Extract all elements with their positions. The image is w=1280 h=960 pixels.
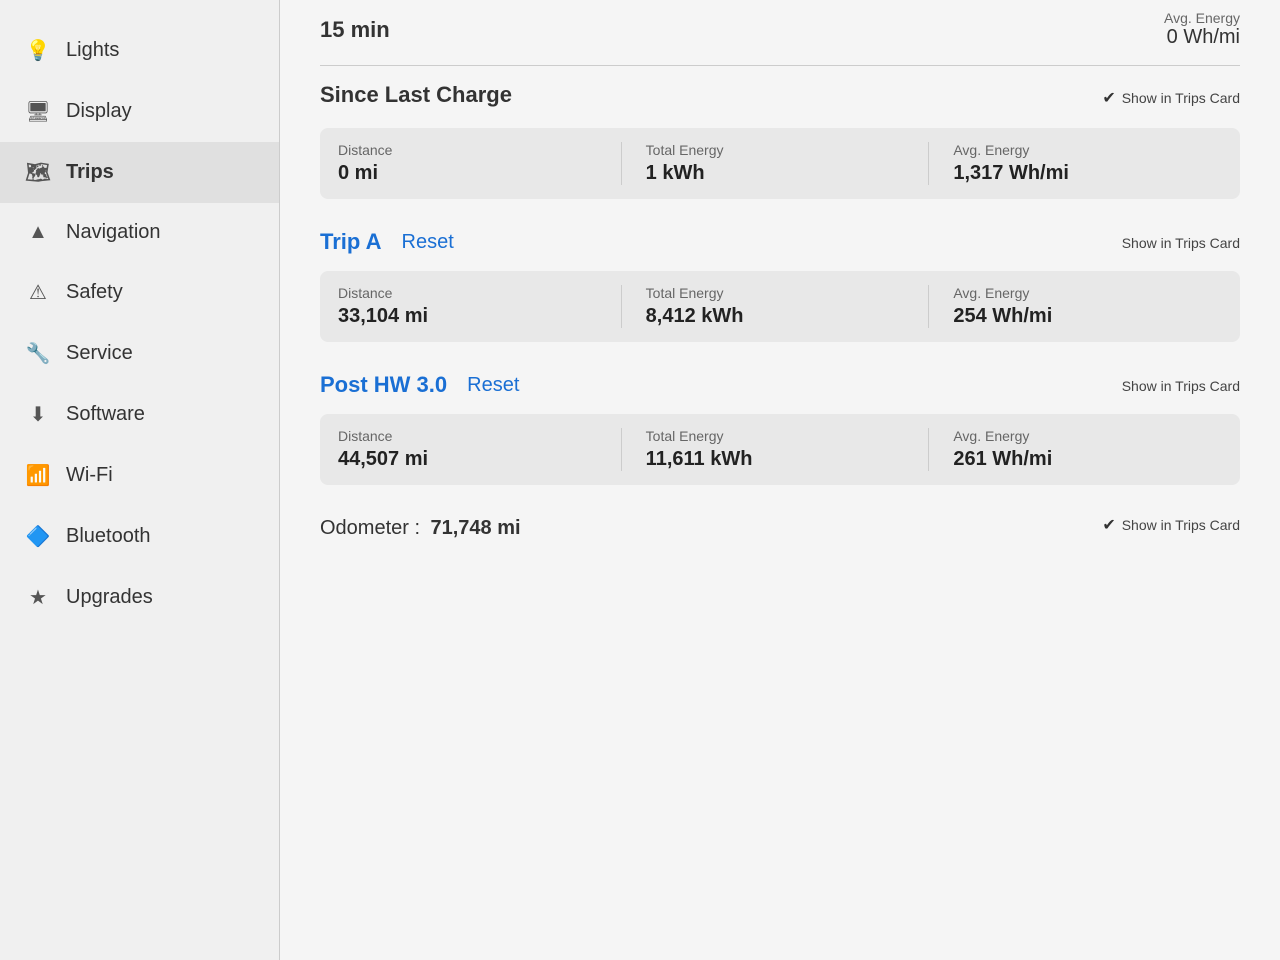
post-hw-section: Post HW 3.0 Reset Show in Trips Card Dis… <box>320 372 1240 485</box>
sidebar-item-software[interactable]: ⬇ Software <box>0 384 279 445</box>
since-last-charge-avg-col: Avg. Energy 1,317 Wh/mi <box>939 142 1222 185</box>
since-last-charge-avg-label: Avg. Energy <box>953 142 1222 158</box>
wifi-icon: 📶 <box>24 463 52 488</box>
post-hw-card: Distance 44,507 mi Total Energy 11,611 k… <box>320 414 1240 485</box>
sidebar-item-safety-label: Safety <box>66 281 123 304</box>
since-last-charge-title: Since Last Charge <box>320 82 512 108</box>
upgrades-icon: ★ <box>24 585 52 610</box>
since-last-charge-total-energy-label: Total Energy <box>646 142 915 158</box>
sidebar-item-wifi-label: Wi-Fi <box>66 464 113 487</box>
sidebar-item-bluetooth-label: Bluetooth <box>66 525 151 548</box>
since-last-charge-show-trips-label: Show in Trips Card <box>1122 90 1240 106</box>
sidebar-item-display-label: Display <box>66 100 132 123</box>
post-hw-reset-button[interactable]: Reset <box>467 374 519 397</box>
since-last-charge-energy-col: Total Energy 1 kWh <box>632 142 930 185</box>
sidebar-item-bluetooth[interactable]: 🔷 Bluetooth <box>0 506 279 567</box>
trip-a-distance-label: Distance <box>338 285 607 301</box>
main-content: 15 min Avg. Energy 0 Wh/mi Since Last Ch… <box>280 0 1280 960</box>
since-last-charge-distance-col: Distance 0 mi <box>338 142 622 185</box>
post-hw-title-row: Post HW 3.0 Reset <box>320 372 519 398</box>
since-last-charge-distance-label: Distance <box>338 142 607 158</box>
trip-a-total-energy-label: Total Energy <box>646 285 915 301</box>
top-avg-energy-value: 0 Wh/mi <box>1164 26 1240 49</box>
lights-icon: 💡 <box>24 38 52 63</box>
post-hw-header: Post HW 3.0 Reset Show in Trips Card <box>320 372 1240 406</box>
post-hw-distance-col: Distance 44,507 mi <box>338 428 622 471</box>
trip-a-distance-col: Distance 33,104 mi <box>338 285 622 328</box>
odometer-value: 71,748 mi <box>431 517 521 539</box>
since-last-charge-total-energy-value: 1 kWh <box>646 162 915 185</box>
since-last-charge-section: Since Last Charge ✔ Show in Trips Card D… <box>320 82 1240 199</box>
odometer-text-block: Odometer : 71,748 mi <box>320 517 521 540</box>
top-section: 15 min Avg. Energy 0 Wh/mi <box>320 0 1240 66</box>
sidebar-item-trips[interactable]: 🗺 Trips <box>0 142 279 203</box>
post-hw-total-energy-value: 11,611 kWh <box>646 448 915 471</box>
post-hw-energy-col: Total Energy 11,611 kWh <box>632 428 930 471</box>
post-hw-show-trips-label: Show in Trips Card <box>1122 378 1240 394</box>
since-last-charge-card: Distance 0 mi Total Energy 1 kWh Avg. En… <box>320 128 1240 199</box>
top-time: 15 min <box>320 17 390 43</box>
post-hw-title[interactable]: Post HW 3.0 <box>320 372 447 398</box>
trips-icon: 🗺 <box>24 160 52 185</box>
sidebar-item-trips-label: Trips <box>66 161 114 184</box>
sidebar-item-navigation-label: Navigation <box>66 221 161 244</box>
sidebar-item-safety[interactable]: ⚠ Safety <box>0 262 279 323</box>
odometer-show-trips[interactable]: ✔ Show in Trips Card <box>1102 515 1240 535</box>
sidebar: 💡 Lights 🖥 Display 🗺 Trips ▲ Navigation … <box>0 0 280 960</box>
odometer-label: Odometer : <box>320 517 420 539</box>
top-avg-energy-block: Avg. Energy 0 Wh/mi <box>1164 10 1240 49</box>
trip-a-card: Distance 33,104 mi Total Energy 8,412 kW… <box>320 271 1240 342</box>
top-avg-energy-label: Avg. Energy <box>1164 10 1240 26</box>
sidebar-item-software-label: Software <box>66 403 145 426</box>
sidebar-item-wifi[interactable]: 📶 Wi-Fi <box>0 445 279 506</box>
since-last-charge-distance-value: 0 mi <box>338 162 607 185</box>
since-last-charge-check-icon: ✔ <box>1102 88 1115 108</box>
trip-a-total-energy-value: 8,412 kWh <box>646 305 915 328</box>
sidebar-item-upgrades-label: Upgrades <box>66 586 153 609</box>
odometer-row: Odometer : 71,748 mi ✔ Show in Trips Car… <box>320 515 1240 541</box>
sidebar-item-service[interactable]: 🔧 Service <box>0 323 279 384</box>
post-hw-total-energy-label: Total Energy <box>646 428 915 444</box>
trip-a-distance-value: 33,104 mi <box>338 305 607 328</box>
trip-a-energy-col: Total Energy 8,412 kWh <box>632 285 930 328</box>
service-icon: 🔧 <box>24 341 52 366</box>
post-hw-avg-col: Avg. Energy 261 Wh/mi <box>939 428 1222 471</box>
post-hw-avg-value: 261 Wh/mi <box>953 448 1222 471</box>
trip-a-show-trips[interactable]: Show in Trips Card <box>1122 235 1240 251</box>
bluetooth-icon: 🔷 <box>24 524 52 549</box>
navigation-icon: ▲ <box>24 221 52 244</box>
software-icon: ⬇ <box>24 402 52 427</box>
trip-a-title-row: Trip A Reset <box>320 229 454 255</box>
trip-a-show-trips-label: Show in Trips Card <box>1122 235 1240 251</box>
trip-a-avg-col: Avg. Energy 254 Wh/mi <box>939 285 1222 328</box>
sidebar-item-service-label: Service <box>66 342 133 365</box>
trip-a-avg-label: Avg. Energy <box>953 285 1222 301</box>
post-hw-avg-label: Avg. Energy <box>953 428 1222 444</box>
sidebar-item-navigation[interactable]: ▲ Navigation <box>0 203 279 262</box>
sidebar-item-lights-label: Lights <box>66 39 119 62</box>
odometer-check-icon: ✔ <box>1102 515 1115 535</box>
post-hw-show-trips[interactable]: Show in Trips Card <box>1122 378 1240 394</box>
display-icon: 🖥 <box>24 99 52 124</box>
odometer-show-trips-label: Show in Trips Card <box>1122 517 1240 533</box>
safety-icon: ⚠ <box>24 280 52 305</box>
sidebar-item-upgrades[interactable]: ★ Upgrades <box>0 567 279 628</box>
sidebar-item-lights[interactable]: 💡 Lights <box>0 20 279 81</box>
since-last-charge-avg-value: 1,317 Wh/mi <box>953 162 1222 185</box>
post-hw-distance-value: 44,507 mi <box>338 448 607 471</box>
trip-a-avg-value: 254 Wh/mi <box>953 305 1222 328</box>
since-last-charge-show-trips[interactable]: ✔ Show in Trips Card <box>1102 88 1240 108</box>
sidebar-item-display[interactable]: 🖥 Display <box>0 81 279 142</box>
since-last-charge-header: Since Last Charge ✔ Show in Trips Card <box>320 82 1240 120</box>
trip-a-header: Trip A Reset Show in Trips Card <box>320 229 1240 263</box>
trip-a-reset-button[interactable]: Reset <box>402 231 454 254</box>
post-hw-distance-label: Distance <box>338 428 607 444</box>
trip-a-section: Trip A Reset Show in Trips Card Distance… <box>320 229 1240 342</box>
trip-a-title[interactable]: Trip A <box>320 229 382 255</box>
